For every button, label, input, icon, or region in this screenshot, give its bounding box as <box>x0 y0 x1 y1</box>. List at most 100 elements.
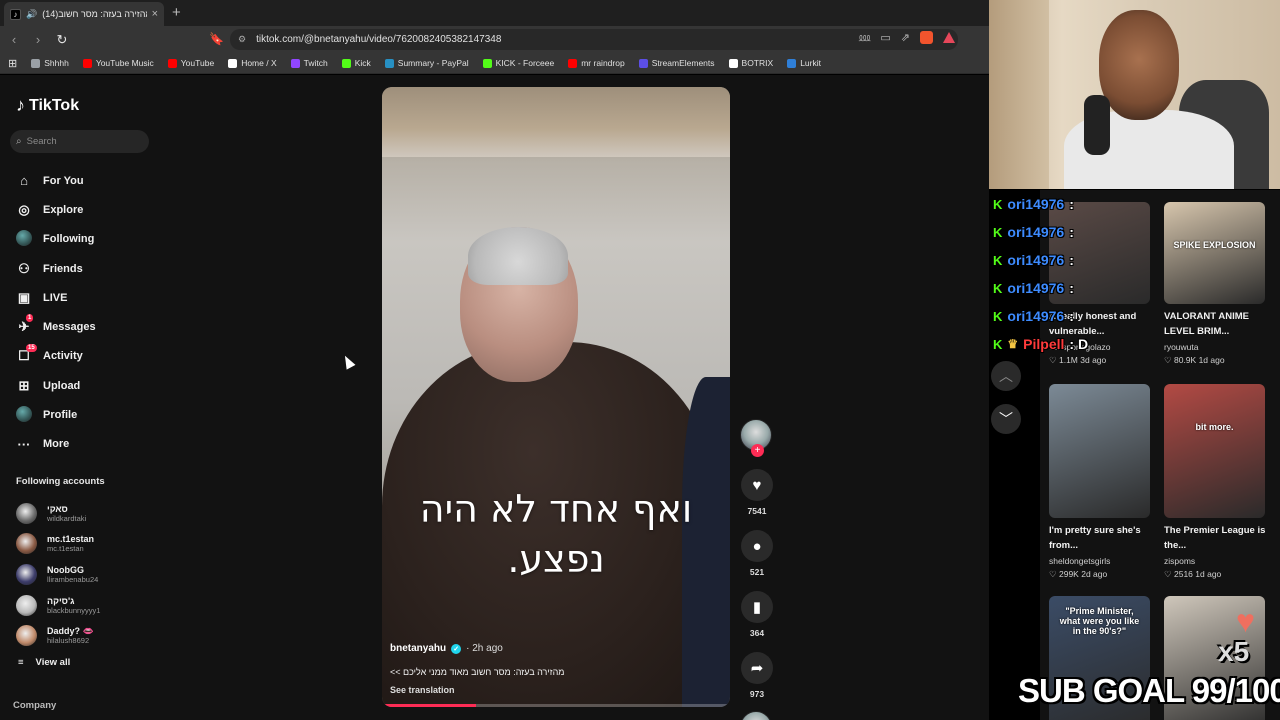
crown-badge-icon: ♛ <box>1007 337 1019 351</box>
tiktok-logo[interactable]: ♪ TikTok <box>16 95 79 116</box>
notification-badge: 1 <box>26 314 34 323</box>
video-player[interactable]: ואף אחד לא היה נפצע. bnetanyahu ✓ · 2h a… <box>382 87 730 707</box>
bookmark-item[interactable]: BOTRIX <box>728 58 773 68</box>
brave-shields-icon[interactable] <box>920 31 933 44</box>
previous-video-button[interactable]: ︿ <box>991 361 1021 391</box>
chat-message: Kori14976: <box>993 302 1153 330</box>
video-caption-line-1: ואף אחד לא היה <box>419 487 693 531</box>
bookmark-item[interactable]: Home / X <box>228 58 277 68</box>
live-icon: ▣ <box>17 289 31 305</box>
nav-item-messages[interactable]: ✈ 1 Messages <box>16 312 96 341</box>
translate-icon[interactable]: ⅏ <box>859 30 870 45</box>
speaker-icon[interactable]: 🔊 <box>26 9 37 20</box>
share-button[interactable]: ➦ <box>741 652 773 684</box>
video-caption[interactable]: The Premier League is the... <box>1164 523 1274 553</box>
video-person-hair <box>468 227 568 285</box>
following-account[interactable]: NoobGG llirambenabu24 <box>16 559 100 590</box>
bookmark-item[interactable]: Kick <box>341 58 371 68</box>
more-icon: ··· <box>17 436 31 452</box>
save-button[interactable]: ▮ <box>741 591 773 623</box>
account-name: סאקי <box>47 503 68 514</box>
video-thumbnail[interactable] <box>1049 384 1150 518</box>
author-avatar[interactable]: + <box>740 419 772 457</box>
tiktok-page: ♪ TikTok ⌕ Search ⌂ For You ◎ Explore Follow… <box>0 75 1021 720</box>
brave-rewards-icon[interactable] <box>943 32 955 43</box>
video-stats: ♡ 80.9K 1d ago <box>1164 355 1225 365</box>
bookmarks-bar: ⊞ Shhhh YouTube Music YouTube Home / X Twitc… <box>0 53 989 74</box>
bookmark-item[interactable]: KICK - Forceee <box>482 58 554 68</box>
following-account[interactable]: Daddy? 👄 hilalush8692 <box>16 620 100 651</box>
site-info-icon[interactable]: ⚙ <box>238 34 246 45</box>
video-caption[interactable]: I'm pretty sure she's from... <box>1049 523 1159 553</box>
music-disc-avatar[interactable] <box>740 711 772 720</box>
video-progress-bar[interactable] <box>382 704 730 707</box>
company-link[interactable]: Company <box>13 700 56 711</box>
video-caption[interactable]: VALORANT ANIME LEVEL BRIM... <box>1164 309 1274 339</box>
following-account[interactable]: mc.t1estan mc.t1estan <box>16 529 100 560</box>
nav-item-upload[interactable]: ⊞ Upload <box>16 371 96 400</box>
bookmark-item[interactable]: Shhhh <box>31 58 69 68</box>
address-bar[interactable]: ⚙ tiktok.com/@bnetanyahu/video/762008240… <box>230 29 958 50</box>
sidebar: ♪ TikTok ⌕ Search ⌂ For You ◎ Explore Follow… <box>0 75 160 720</box>
nav-item-friends[interactable]: ⚇ Friends <box>16 254 96 283</box>
see-translation-button[interactable]: See translation <box>390 685 455 695</box>
kick-logo-icon: K <box>993 308 1003 324</box>
avatar <box>16 563 37 585</box>
video-author[interactable]: sheldongetsgirls <box>1049 555 1110 568</box>
bookmark-page-icon[interactable]: 🔖 <box>209 32 224 46</box>
following-account[interactable]: סאקי wildkardtaki <box>16 498 100 529</box>
video-thumbnail[interactable]: bit more. <box>1164 384 1265 518</box>
cast-icon[interactable]: ▭ <box>880 31 890 44</box>
bookmark-item[interactable]: Twitch <box>290 58 328 68</box>
screen: ♪ 🔊 (14)מהזירה בעזה: מסר חשוב × + ‹ › ↻ … <box>0 0 1280 720</box>
nav-item-more[interactable]: ··· More <box>16 430 96 459</box>
browser-tab[interactable]: ♪ 🔊 (14)מהזירה בעזה: מסר חשוב × <box>4 2 164 26</box>
nav-item-label: Profile <box>43 409 78 422</box>
close-tab-icon[interactable]: × <box>152 8 158 20</box>
like-count: 7541 <box>747 506 767 516</box>
nav-item-explore[interactable]: ◎ Explore <box>16 195 96 224</box>
bookmark-item[interactable]: YouTube <box>167 58 214 68</box>
video-author[interactable]: zispoms <box>1164 555 1221 568</box>
nav-item-activity[interactable]: ☐ 15 Activity <box>16 342 96 371</box>
following-avatar-icon <box>16 229 32 249</box>
chat-text: : D <box>1069 336 1089 352</box>
bookmark-item[interactable]: Summary - PayPal <box>384 58 469 68</box>
reload-button[interactable]: ↻ <box>52 32 72 48</box>
next-video-button[interactable]: ﹀ <box>991 404 1021 434</box>
bookmark-item[interactable]: YouTube Music <box>82 58 154 68</box>
video-age: 1d ago <box>1198 355 1225 365</box>
sub-goal-text: SUB GOAL 99/100 <box>1018 672 1280 709</box>
video-author[interactable]: ryouwuta <box>1164 341 1225 354</box>
video-author[interactable]: bnetanyahu ✓ · 2h ago <box>390 643 503 654</box>
following-account[interactable]: ג'סיקה blackbunnyyyy1 <box>16 590 100 621</box>
video-thumbnail[interactable]: SPIKE EXPLOSION <box>1164 202 1265 304</box>
bookmark-item[interactable]: Lurkit <box>787 58 821 68</box>
follow-plus-icon[interactable]: + <box>751 444 764 457</box>
chat-message: Kori14976: <box>993 190 1153 218</box>
bookmark-item[interactable]: StreamElements <box>638 58 715 68</box>
bookmark-favicon-icon <box>82 58 92 68</box>
avatar <box>16 625 37 647</box>
thumbnail-overlay-text: bit more. <box>1195 422 1234 432</box>
bookmark-item[interactable]: mr raindrop <box>568 58 625 68</box>
new-tab-button[interactable]: + <box>172 4 181 21</box>
search-input[interactable]: ⌕ Search <box>10 130 149 153</box>
kick-logo-icon: K <box>993 224 1003 240</box>
nav-item-profile[interactable]: Profile <box>16 400 96 429</box>
main-nav: ⌂ For You ◎ Explore Following ⚇ Friends ▣ LIVE ✈ 1… <box>16 166 96 459</box>
nav-item-live[interactable]: ▣ LIVE <box>16 283 96 312</box>
home-icon: ⌂ <box>20 173 28 189</box>
view-all-button[interactable]: ≡ View all <box>18 657 70 668</box>
back-button[interactable]: ‹ <box>4 32 24 47</box>
bookmark-label: Shhhh <box>44 58 69 68</box>
share-icon[interactable]: ⇗ <box>901 31 910 44</box>
view-all-label: View all <box>35 657 71 668</box>
nav-item-following[interactable]: Following <box>16 225 96 254</box>
like-button[interactable]: ♥ <box>741 469 773 501</box>
webcam-feed <box>989 0 1280 189</box>
nav-item-for-you[interactable]: ⌂ For You <box>16 166 96 195</box>
forward-button[interactable]: › <box>28 32 48 47</box>
apps-grid-icon[interactable]: ⊞ <box>8 57 17 70</box>
comment-button[interactable]: ● <box>741 530 773 562</box>
